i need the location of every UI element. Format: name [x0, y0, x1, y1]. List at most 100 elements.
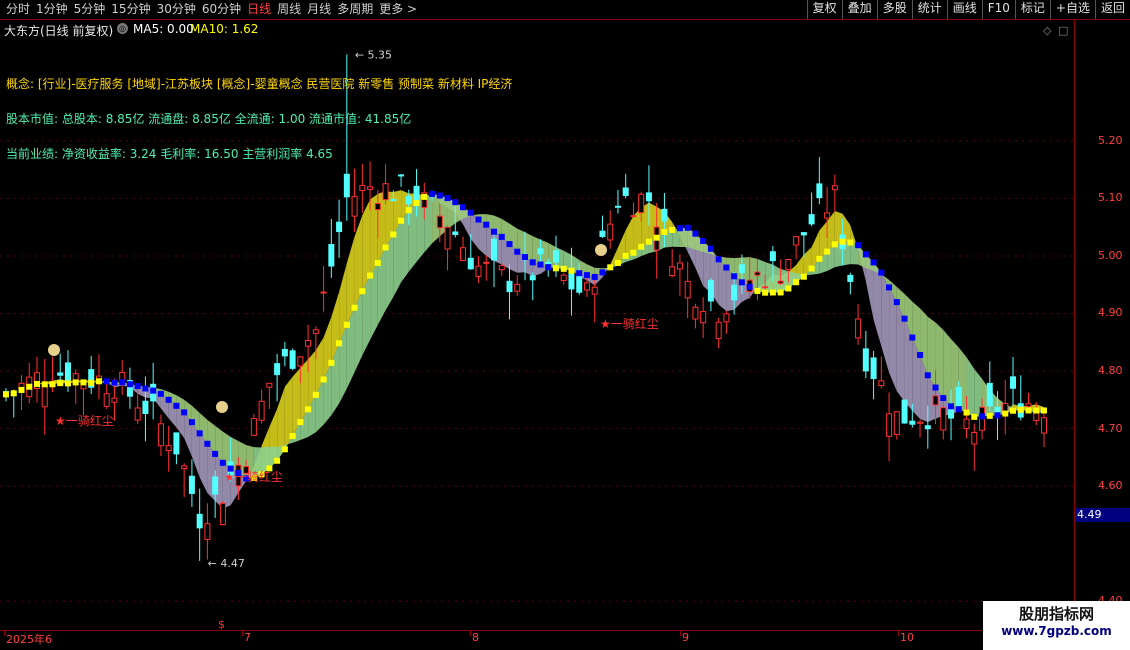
candle — [142, 400, 149, 414]
ma-dot — [707, 245, 714, 252]
ma-dot — [862, 251, 869, 258]
candle — [855, 318, 862, 339]
candle — [607, 223, 614, 241]
candle — [57, 372, 64, 376]
candle — [460, 247, 467, 261]
price-tick-3: 4.90 — [1098, 306, 1123, 320]
ma-dot — [816, 255, 823, 262]
candle — [328, 244, 335, 267]
ma-dot — [95, 378, 102, 385]
candle — [343, 173, 350, 198]
ma-dot — [1025, 407, 1032, 414]
price-tick-2: 5.00 — [1098, 248, 1123, 262]
watermark-title: 股朋指标网 — [1018, 605, 1094, 623]
ma-dot — [661, 229, 668, 236]
ma-dot — [460, 204, 467, 211]
candle — [188, 475, 195, 494]
ma-dot — [436, 192, 443, 199]
ma-dot — [165, 396, 172, 403]
price-axis-line — [1074, 20, 1075, 630]
ma-dot — [103, 378, 110, 385]
ma-dot — [979, 413, 986, 420]
ma-dot — [421, 193, 428, 200]
candle — [878, 380, 885, 387]
candle — [816, 183, 823, 199]
candle — [1041, 417, 1047, 434]
candle — [785, 258, 792, 270]
candle — [932, 395, 939, 406]
candle — [467, 257, 474, 270]
money-bag-icon — [595, 244, 607, 256]
ma-dot — [692, 230, 699, 237]
candle — [436, 215, 443, 229]
ma-dot — [870, 259, 877, 266]
ma-dot — [173, 402, 180, 409]
candle — [847, 274, 854, 282]
candle — [963, 418, 970, 430]
low-price-label: ← 4.47 — [208, 557, 245, 570]
ma-dot — [808, 265, 815, 272]
candle — [552, 250, 559, 263]
ma-dot — [855, 242, 862, 249]
ma-dot — [359, 288, 366, 295]
ma-dot — [529, 259, 536, 266]
candle — [103, 393, 110, 407]
candle — [777, 280, 784, 284]
ma-dot — [142, 385, 149, 392]
ma-dot — [824, 248, 831, 255]
ma-dot — [653, 234, 660, 241]
candle — [367, 186, 374, 190]
date-tick-2: 8 — [472, 631, 479, 644]
candle — [134, 407, 141, 421]
price-tick-0: 5.20 — [1098, 133, 1123, 147]
ma-dot — [491, 228, 498, 235]
ma-band-under — [772, 264, 781, 293]
capital-info: 股本市值: 总股本: 8.85亿 流通盘: 8.85亿 全流通: 1.00 流通… — [6, 112, 412, 126]
ma-dot — [3, 391, 9, 398]
ma-dot — [723, 264, 730, 271]
date-tick-mark — [898, 630, 899, 636]
candle — [793, 236, 800, 246]
ma-dot — [188, 419, 195, 426]
ma-dot — [328, 359, 335, 366]
date-tick-1: 7 — [244, 631, 251, 644]
ma-dot — [514, 248, 521, 255]
ma-dot — [676, 225, 683, 232]
ma-dot — [576, 270, 583, 277]
ma-dot — [924, 372, 931, 379]
candle — [645, 192, 652, 202]
ma-dot — [901, 315, 908, 322]
ma-dot — [522, 254, 528, 261]
candle — [219, 502, 226, 526]
candle — [374, 203, 381, 211]
ma-dot — [483, 221, 490, 228]
ma-dot — [932, 384, 939, 391]
ma-dot — [715, 256, 722, 263]
toolbar-button-8[interactable]: 返回 — [1094, 0, 1130, 19]
candle — [305, 340, 312, 347]
watermark-url: www.7gpzb.com — [1001, 624, 1112, 638]
ma-dot — [289, 433, 296, 440]
candle — [157, 423, 164, 447]
ma-dot — [762, 289, 769, 296]
ma-dot — [49, 381, 56, 388]
candlestick-chart[interactable]: ← 5.35 ← 4.47 ★一骑红尘 ★一骑红尘 ★一骑红尘 $ — [0, 0, 1075, 630]
candle — [901, 399, 908, 424]
candle — [514, 283, 521, 292]
ma-dot — [940, 395, 947, 402]
candle — [204, 523, 211, 541]
candle — [599, 230, 606, 237]
candle — [614, 205, 621, 208]
ma-dot — [413, 199, 420, 206]
ma-dot — [560, 265, 567, 272]
candle — [630, 215, 637, 218]
ma-dot — [777, 289, 784, 296]
ma-dot — [374, 259, 381, 266]
candle — [986, 382, 993, 407]
ma-dot — [1017, 406, 1024, 413]
candle — [769, 251, 776, 262]
candle — [707, 280, 714, 302]
candle — [258, 400, 265, 421]
candle — [359, 184, 366, 191]
ma-dot — [614, 259, 621, 266]
